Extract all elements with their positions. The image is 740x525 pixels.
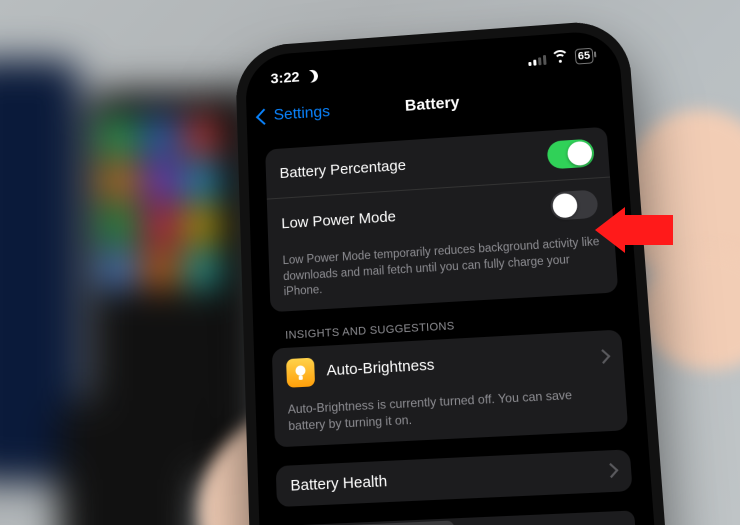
row-label: Low Power Mode — [281, 208, 396, 232]
lightbulb-icon — [286, 357, 315, 387]
do-not-disturb-icon — [303, 67, 319, 84]
wifi-icon — [552, 51, 568, 64]
group-battery-health: Battery Health — [276, 449, 633, 507]
battery-indicator: 65 — [574, 48, 593, 65]
group-battery-options: Battery Percentage Low Power Mode Low Po… — [265, 127, 618, 312]
row-battery-health[interactable]: Battery Health — [276, 449, 633, 507]
toggle-low-power-mode[interactable] — [550, 189, 599, 220]
row-label: Battery Health — [290, 472, 387, 494]
screen: 3:22 65 Settings Battery — [249, 33, 661, 525]
row-label: Battery Percentage — [279, 156, 406, 181]
chevron-right-icon — [604, 463, 619, 478]
cellular-signal-icon — [528, 54, 547, 66]
page-title: Battery — [405, 94, 460, 115]
segment-last-24h[interactable]: Last 24 Hours — [280, 520, 456, 525]
back-label: Settings — [273, 103, 330, 124]
toggle-battery-percentage[interactable] — [547, 139, 595, 170]
back-button[interactable]: Settings — [258, 103, 330, 125]
segmented-control-timeframe[interactable]: Last 24 Hours Last 10 Days — [278, 510, 637, 525]
group-insights: Auto-Brightness Auto-Brightness is curre… — [272, 329, 629, 447]
chevron-left-icon — [256, 109, 272, 125]
status-time: 3:22 — [270, 68, 300, 86]
segment-last-10d[interactable]: Last 10 Days — [454, 513, 634, 525]
chevron-right-icon — [596, 349, 611, 364]
row-label: Auto-Brightness — [326, 356, 435, 379]
content-scroll[interactable]: Battery Percentage Low Power Mode Low Po… — [251, 120, 660, 525]
iphone-frame: 3:22 65 Settings Battery — [235, 19, 677, 525]
